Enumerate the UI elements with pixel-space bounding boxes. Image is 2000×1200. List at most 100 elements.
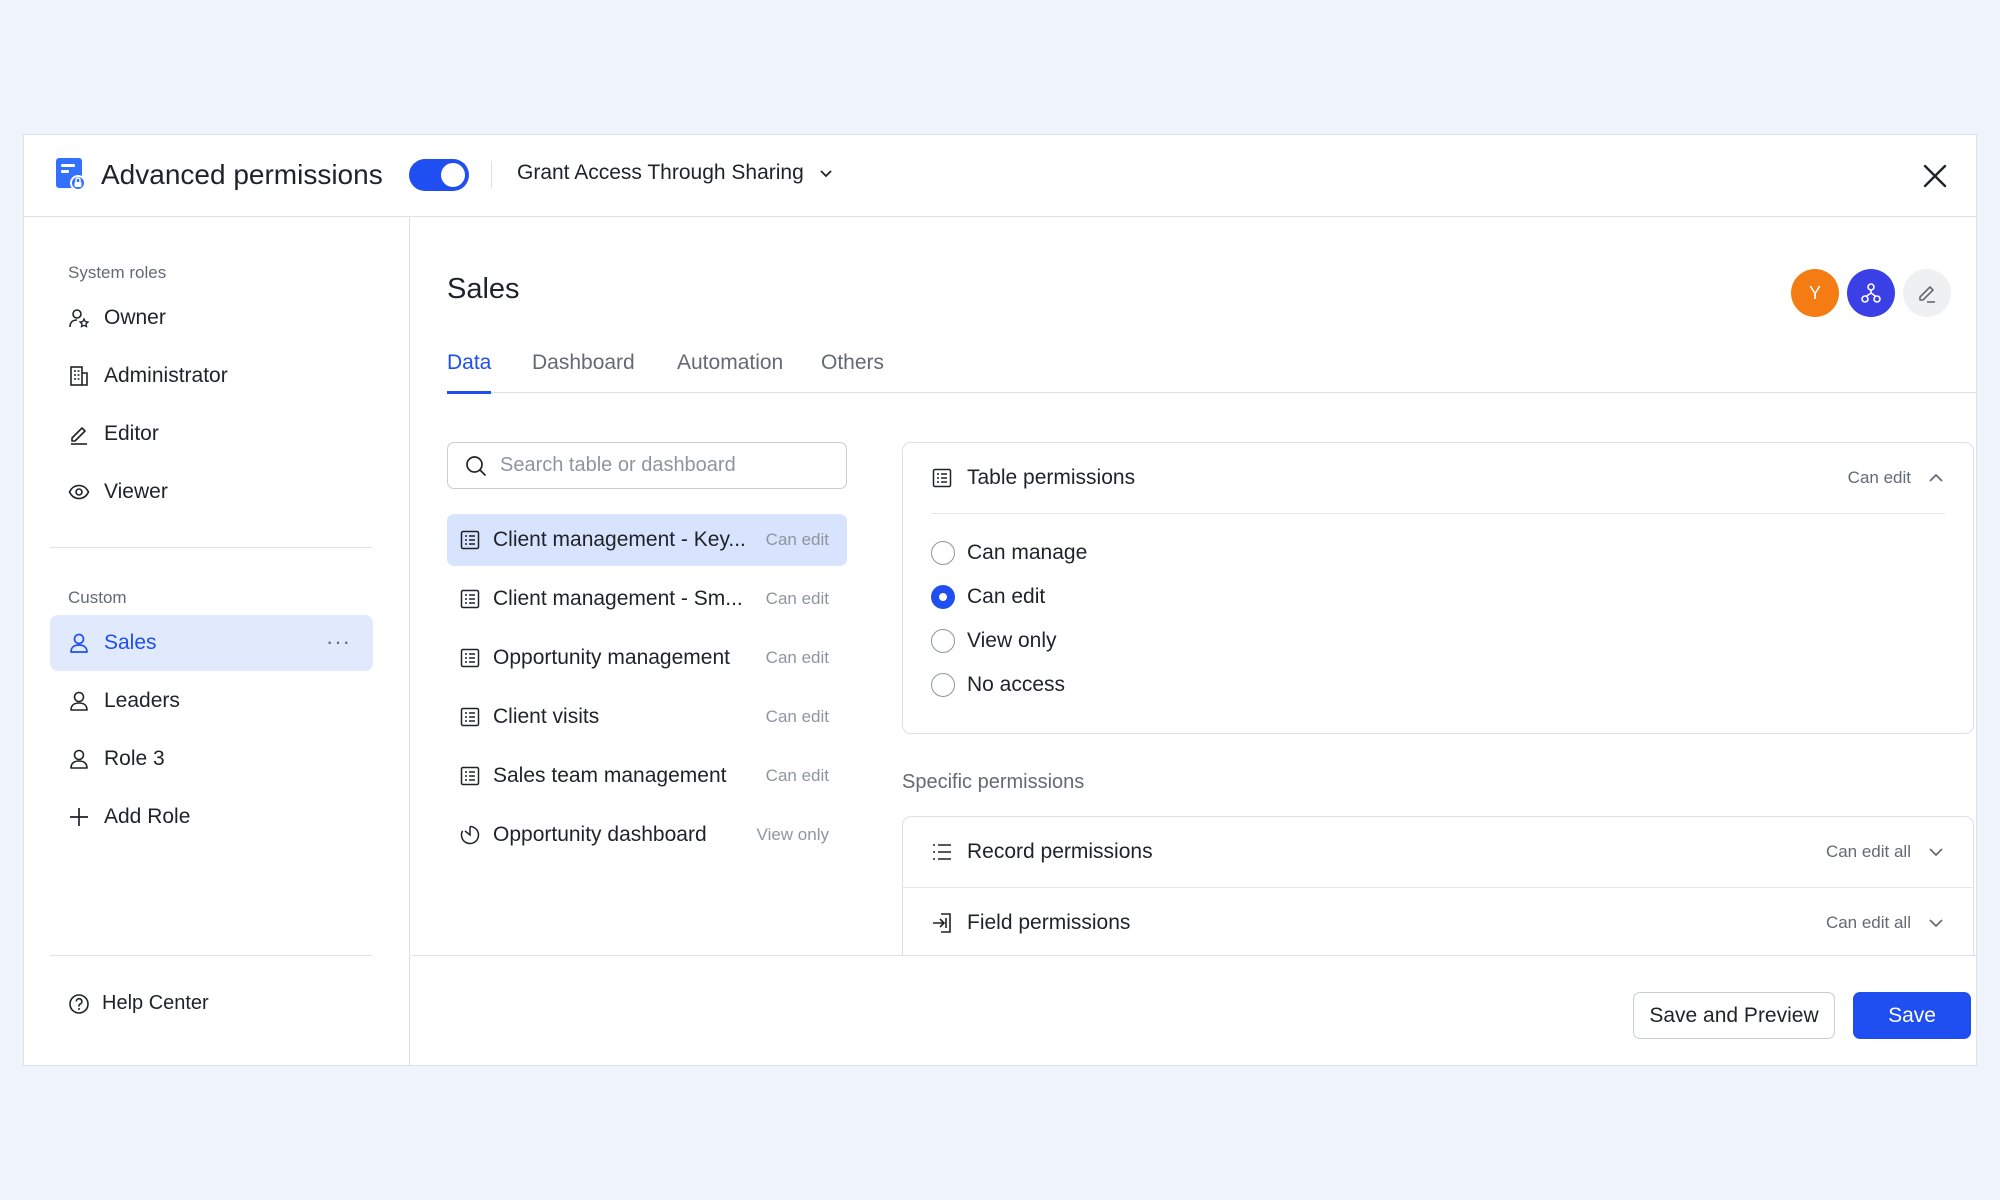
radio-button[interactable] (931, 585, 955, 609)
option-label: View only (967, 629, 1057, 652)
table-icon (460, 589, 480, 609)
sidebar-item-label: Sales (104, 631, 157, 654)
specific-permissions-card: Record permissions Can edit all Field pe… (902, 816, 1974, 966)
sidebar-divider (50, 955, 373, 956)
plus-icon (68, 806, 90, 828)
table-icon (460, 530, 480, 550)
more-options-icon[interactable]: ··· (326, 629, 351, 655)
grant-access-label: Grant Access Through Sharing (517, 161, 804, 184)
card-divider (931, 513, 1945, 514)
sidebar-divider (50, 547, 373, 548)
tab-automation[interactable]: Automation (677, 351, 783, 393)
chevron-down-icon[interactable] (1927, 843, 1945, 861)
table-icon (932, 468, 952, 488)
search-box (447, 442, 847, 489)
sidebar-item-editor[interactable]: Editor (50, 406, 373, 462)
tab-dashboard[interactable]: Dashboard (532, 351, 635, 393)
user-icon (68, 748, 90, 770)
option-no-access[interactable]: No access (931, 673, 1065, 697)
building-icon (68, 365, 90, 387)
tab-data[interactable]: Data (447, 351, 492, 394)
user-icon (68, 632, 90, 654)
list-item-client-visits[interactable]: Client visits Can edit (447, 691, 847, 743)
table-icon (460, 648, 480, 668)
add-role-button[interactable]: Add Role (50, 789, 373, 845)
advanced-permissions-toggle[interactable] (409, 159, 469, 191)
tab-others[interactable]: Others (821, 351, 884, 393)
chevron-down-icon[interactable] (1927, 914, 1945, 932)
search-input[interactable] (500, 454, 840, 477)
search-icon (466, 455, 486, 476)
close-icon[interactable] (1916, 157, 1954, 195)
org-structure-icon[interactable] (1847, 269, 1895, 317)
table-permissions-card: Table permissions Can edit Can manage Ca… (902, 442, 1974, 734)
avatar[interactable]: Y (1791, 269, 1839, 317)
list-item-opportunity-management[interactable]: Opportunity management Can edit (447, 632, 847, 684)
modal-title: Advanced permissions (101, 159, 383, 190)
table-icon (460, 766, 480, 786)
roles-sidebar: System roles Owner Administrator Editor … (24, 217, 410, 1065)
field-permissions-title: Field permissions (967, 911, 1131, 934)
chevron-up-icon[interactable] (1927, 469, 1945, 487)
option-view-only[interactable]: View only (931, 629, 1057, 653)
table-name: Client visits (493, 705, 600, 728)
radio-button[interactable] (931, 629, 955, 653)
permission-tabs: Data Dashboard Automation Others (447, 351, 1977, 394)
sidebar-item-sales[interactable]: Sales ··· (50, 615, 373, 671)
sidebar-item-label: Role 3 (104, 747, 165, 770)
record-permissions-title: Record permissions (967, 840, 1153, 863)
sidebar-item-leaders[interactable]: Leaders (50, 673, 373, 729)
sidebar-item-label: Leaders (104, 689, 180, 712)
table-permissions-title: Table permissions (967, 466, 1136, 489)
record-permissions-row[interactable]: Record permissions Can edit all (903, 817, 1973, 887)
option-label: No access (967, 673, 1066, 696)
field-icon (933, 913, 951, 933)
sidebar-item-label: Viewer (104, 480, 168, 503)
help-center-label: Help Center (102, 992, 209, 1014)
list-item-client-management-sm[interactable]: Client management - Sm... Can edit (447, 573, 847, 625)
edit-role-button[interactable] (1903, 269, 1951, 317)
field-permissions-row[interactable]: Field permissions Can edit all (903, 888, 1973, 958)
list-item-sales-team-management[interactable]: Sales team management Can edit (447, 750, 847, 802)
table-permissions-value: Can edit (1847, 468, 1911, 487)
table-name: Opportunity management (493, 646, 730, 669)
option-can-manage[interactable]: Can manage (931, 541, 1087, 565)
sidebar-item-administrator[interactable]: Administrator (50, 348, 373, 404)
list-item-client-management-key[interactable]: Client management - Key... Can edit (447, 514, 847, 566)
table-permission: View only (756, 825, 829, 844)
table-permission: Can edit (765, 530, 829, 549)
table-name: Client management - Key... (493, 528, 746, 551)
pencil-icon (1919, 286, 1935, 303)
add-role-label: Add Role (104, 805, 191, 828)
table-icon (460, 707, 480, 727)
custom-roles-label: Custom (68, 588, 127, 607)
grant-access-dropdown[interactable]: Grant Access Through Sharing (517, 161, 834, 185)
chevron-down-icon (820, 170, 832, 178)
owner-icon (68, 307, 90, 329)
header-divider (491, 161, 492, 189)
sidebar-item-owner[interactable]: Owner (50, 290, 373, 346)
system-roles-label: System roles (68, 263, 167, 282)
sidebar-item-role-3[interactable]: Role 3 (50, 731, 373, 787)
modal-header: Advanced permissions Grant Access Throug… (24, 135, 1976, 217)
sidebar-item-viewer[interactable]: Viewer (50, 464, 373, 520)
radio-button[interactable] (931, 673, 955, 697)
table-name: Client management - Sm... (493, 587, 743, 610)
sidebar-item-label: Administrator (104, 364, 228, 387)
eye-icon (68, 481, 90, 503)
table-permission: Can edit (765, 707, 829, 726)
option-can-edit[interactable]: Can edit (931, 585, 1045, 609)
sidebar-item-label: Editor (104, 422, 159, 445)
table-permissions-header[interactable]: Table permissions Can edit (903, 443, 1973, 513)
save-and-preview-button[interactable]: Save and Preview (1633, 992, 1835, 1039)
role-detail-panel: Sales Y Data Dashboard Automation Others… (411, 217, 1977, 1065)
permissions-modal: Advanced permissions Grant Access Throug… (23, 134, 1977, 1066)
table-permission: Can edit (765, 766, 829, 785)
radio-button[interactable] (931, 541, 955, 565)
list-item-opportunity-dashboard[interactable]: Opportunity dashboard View only (447, 809, 847, 861)
list-icon (933, 844, 951, 860)
avatar-letter: Y (1808, 282, 1821, 303)
help-icon (69, 993, 89, 1014)
help-center-link[interactable]: Help Center (68, 992, 209, 1015)
save-button[interactable]: Save (1853, 992, 1971, 1039)
